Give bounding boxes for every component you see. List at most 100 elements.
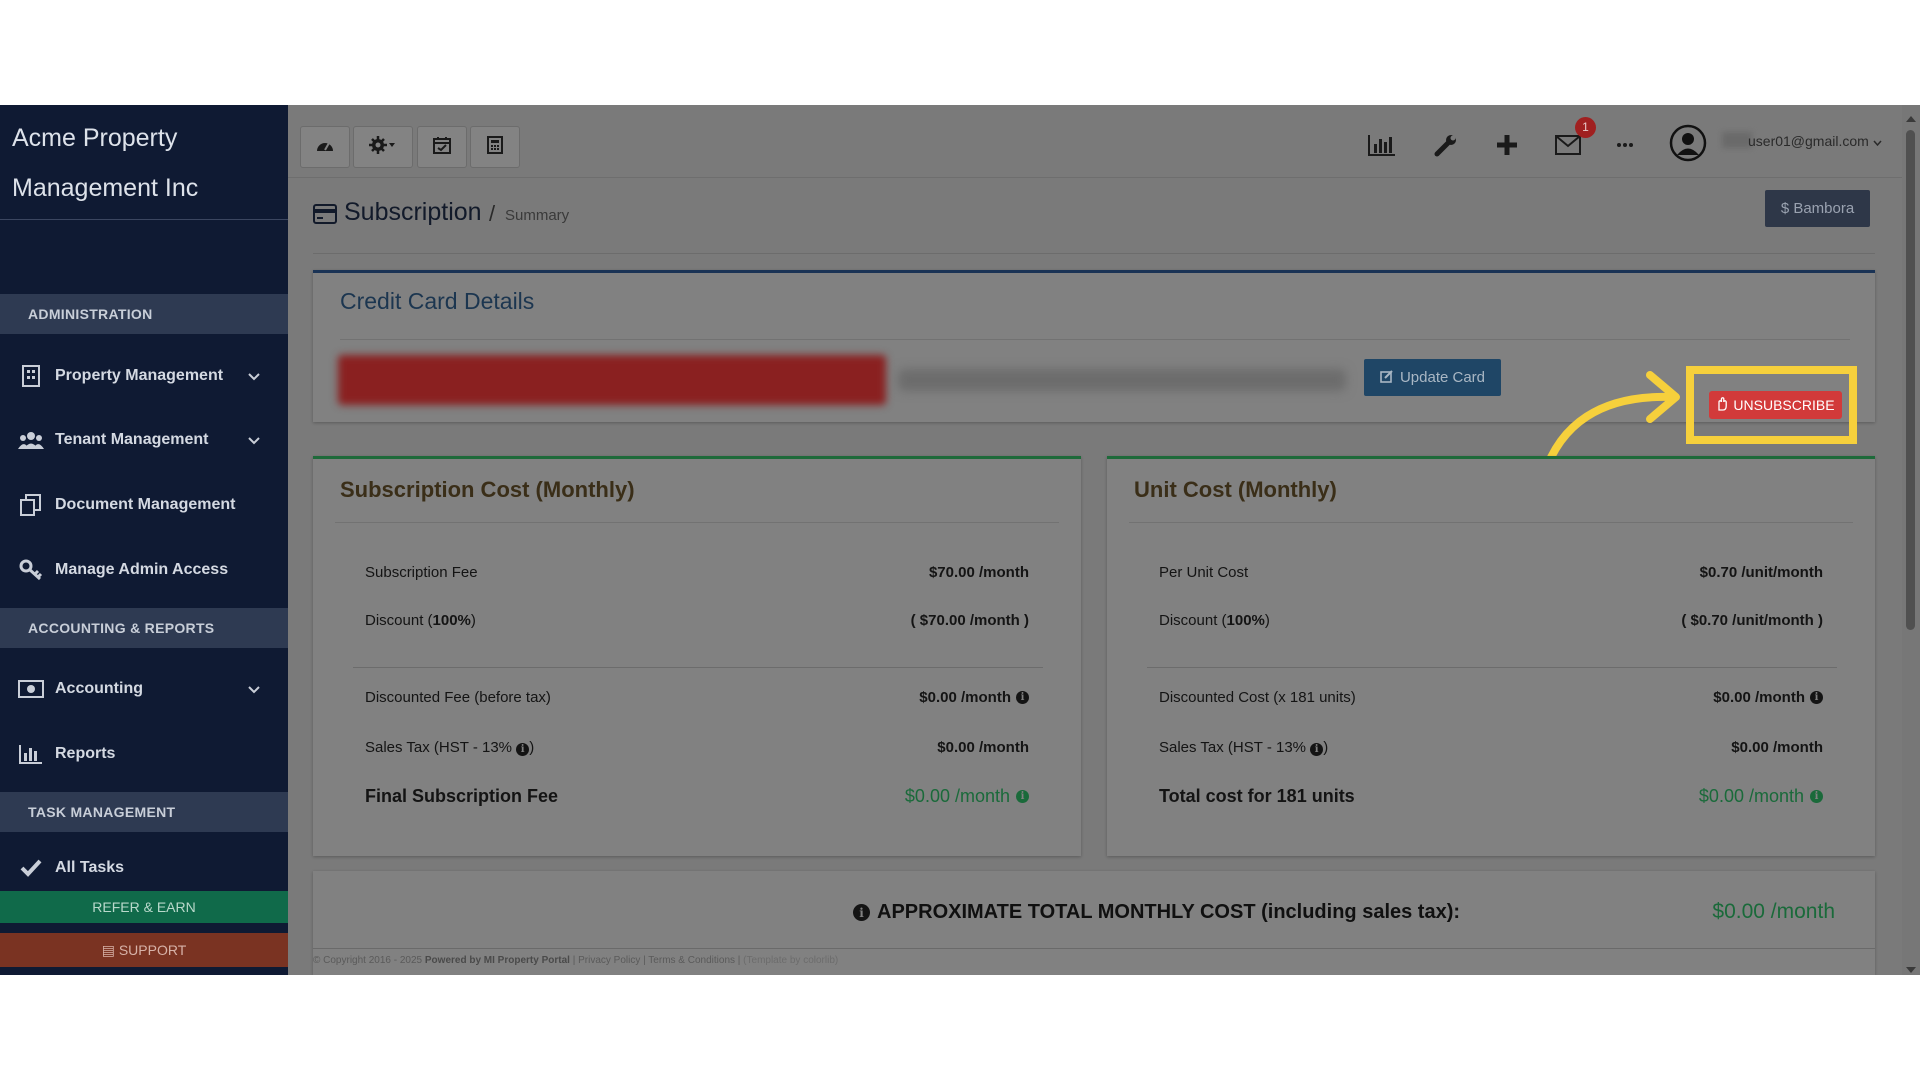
user-email: user01@gmail.com bbox=[1748, 133, 1869, 149]
sidebar-item-label: All Tasks bbox=[55, 859, 125, 876]
checkmark-icon bbox=[18, 855, 44, 881]
discounted-fee-row-value: $0.00 /month i bbox=[919, 689, 1029, 706]
section-accounting-reports: ACCOUNTING & REPORTS bbox=[0, 608, 288, 648]
reports-chart-icon[interactable] bbox=[1364, 127, 1400, 163]
discount-value: ( $70.00 /month ) bbox=[910, 612, 1029, 629]
unit-sales-tax-label: Sales Tax (HST - 13% i) bbox=[1159, 739, 1328, 756]
panel-divider bbox=[1147, 667, 1837, 668]
discounted-fee-label: Discounted Fee (before tax) bbox=[365, 689, 551, 706]
sidebar: Acme Property Management Inc ADMINISTRAT… bbox=[0, 105, 288, 975]
key-icon bbox=[18, 557, 44, 583]
support-button[interactable]: ▤ SUPPORT bbox=[0, 933, 288, 967]
edit-icon bbox=[1380, 369, 1394, 387]
page-title: Subscription bbox=[344, 198, 482, 226]
more-icon[interactable] bbox=[1607, 127, 1643, 163]
chevron-down-icon bbox=[1873, 133, 1882, 149]
sidebar-item-accounting[interactable]: Accounting bbox=[0, 664, 288, 714]
total-cost-label: APPROXIMATE TOTAL MONTHLY COST (includin… bbox=[877, 901, 1461, 923]
sidebar-item-property-management[interactable]: Property Management bbox=[0, 351, 288, 401]
unsubscribe-button[interactable]: UNSUBSCRIBE bbox=[1709, 391, 1842, 419]
info-icon[interactable]: i bbox=[1810, 790, 1823, 803]
subscription-cost-title: Subscription Cost (Monthly) bbox=[340, 477, 635, 502]
chevron-down-icon bbox=[248, 681, 260, 699]
calendar-check-icon bbox=[433, 136, 451, 159]
sidebar-item-document-management[interactable]: Document Management bbox=[0, 480, 288, 530]
calculator-button[interactable] bbox=[470, 126, 520, 168]
discount-suffix: ) bbox=[1264, 612, 1270, 629]
footer-template: (Template by colorlib) bbox=[743, 955, 839, 966]
update-card-button[interactable]: Update Card bbox=[1364, 359, 1501, 396]
footer-divider bbox=[313, 948, 1875, 949]
gear-icon bbox=[369, 135, 397, 159]
info-icon[interactable]: i bbox=[1810, 691, 1823, 704]
sidebar-item-label: Manage Admin Access bbox=[55, 561, 229, 578]
per-unit-cost-label: Per Unit Cost bbox=[1159, 564, 1249, 581]
breadcrumb-separator: / bbox=[489, 201, 496, 226]
chevron-down-icon bbox=[248, 432, 260, 450]
footer-powered-by[interactable]: Powered by MI Property Portal bbox=[425, 955, 570, 966]
section-administration: ADMINISTRATION bbox=[0, 294, 288, 334]
panel-divider bbox=[353, 667, 1043, 668]
discounted-cost-label: Discounted Cost (x 181 units) bbox=[1159, 689, 1356, 706]
credit-card-icon bbox=[313, 204, 337, 229]
sidebar-item-label: Accounting bbox=[55, 680, 143, 697]
credit-card-title: Credit Card Details bbox=[340, 288, 535, 314]
scroll-down-icon[interactable] bbox=[1905, 961, 1917, 975]
refer-and-earn-button[interactable]: REFER & EARN bbox=[0, 891, 288, 923]
brand-line-2: Management Inc bbox=[12, 174, 199, 202]
sidebar-item-manage-admin-access[interactable]: Manage Admin Access bbox=[0, 545, 288, 595]
scrollbar-thumb[interactable] bbox=[1906, 130, 1915, 630]
total-units-cost-value: $0.00 /month bbox=[1698, 786, 1804, 806]
total-units-cost-label: Total cost for 181 units bbox=[1159, 786, 1355, 806]
discount-prefix: Discount ( bbox=[365, 612, 433, 629]
footer-links[interactable]: | Privacy Policy | Terms & Conditions | bbox=[573, 955, 741, 966]
scroll-up-icon[interactable] bbox=[1905, 110, 1917, 128]
app-window: Acme Property Management Inc ADMINISTRAT… bbox=[0, 105, 1920, 975]
info-icon[interactable]: i bbox=[1016, 691, 1029, 704]
per-unit-cost-value: $0.70 /unit/month bbox=[1699, 564, 1823, 581]
plus-icon[interactable] bbox=[1489, 127, 1525, 163]
user-menu[interactable]: user01@gmail.com bbox=[1720, 133, 1882, 149]
info-icon[interactable]: i bbox=[516, 743, 530, 756]
discount-percent: 100% bbox=[1226, 612, 1265, 629]
book-icon: ▤ bbox=[101, 942, 115, 958]
sidebar-item-all-tasks[interactable]: All Tasks bbox=[0, 848, 288, 888]
info-icon[interactable]: i bbox=[1016, 790, 1029, 803]
sidebar-item-reports[interactable]: Reports bbox=[0, 729, 288, 779]
sales-tax-suffix: ) bbox=[1323, 739, 1329, 756]
total-cost-value: $0.00 /month bbox=[1712, 900, 1835, 923]
users-icon bbox=[18, 427, 44, 453]
calendar-button[interactable] bbox=[417, 126, 467, 168]
money-icon bbox=[18, 676, 44, 702]
building-icon bbox=[18, 363, 44, 389]
unit-cost-title: Unit Cost (Monthly) bbox=[1134, 477, 1337, 502]
settings-dropdown-button[interactable] bbox=[353, 126, 413, 168]
subscription-cost-panel: Subscription Cost (Monthly) Subscription… bbox=[313, 456, 1081, 856]
user-avatar-icon[interactable] bbox=[1668, 123, 1708, 163]
breadcrumb-divider bbox=[313, 253, 1875, 254]
sales-tax-suffix: ) bbox=[529, 739, 535, 756]
sidebar-item-tenant-management[interactable]: Tenant Management bbox=[0, 415, 288, 465]
dashboard-button[interactable] bbox=[300, 126, 350, 168]
discounted-cost-row-value: $0.00 /month i bbox=[1713, 689, 1823, 706]
subscription-fee-label: Subscription Fee bbox=[365, 564, 478, 581]
sales-tax-text: Sales Tax (HST - 13% bbox=[1159, 739, 1307, 756]
brand-name[interactable]: Acme Property Management Inc bbox=[0, 105, 288, 220]
final-subscription-fee-value: $0.00 /month bbox=[904, 786, 1010, 806]
panel-divider bbox=[340, 339, 1850, 340]
redacted-card-number bbox=[338, 355, 886, 405]
footer-copyright: © Copyright 2016 - 2025 bbox=[313, 955, 423, 966]
unsubscribe-label: UNSUBSCRIBE bbox=[1733, 397, 1835, 413]
bambora-button[interactable]: $ Bambora bbox=[1765, 190, 1870, 227]
dashboard-icon bbox=[315, 137, 335, 158]
info-icon[interactable]: i bbox=[1310, 743, 1324, 756]
section-task-management: TASK MANAGEMENT bbox=[0, 792, 288, 832]
info-icon: i bbox=[853, 904, 870, 921]
wrench-icon[interactable] bbox=[1428, 127, 1464, 163]
sales-tax-text: Sales Tax (HST - 13% bbox=[365, 739, 513, 756]
footer: © Copyright 2016 - 2025 Powered by MI Pr… bbox=[313, 955, 838, 966]
sidebar-item-label: Reports bbox=[55, 745, 116, 762]
discount-prefix: Discount ( bbox=[1159, 612, 1227, 629]
sidebar-item-label: Tenant Management bbox=[55, 431, 209, 448]
discounted-fee-value: $0.00 /month bbox=[919, 689, 1011, 706]
